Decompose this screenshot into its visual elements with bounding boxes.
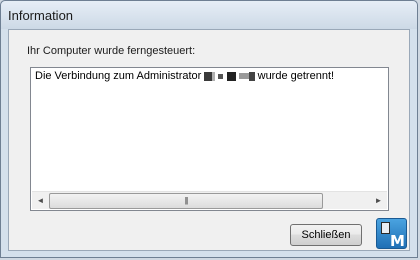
horizontal-scrollbar[interactable]: ◄ ||| ►: [32, 191, 387, 209]
title-bar[interactable]: Information: [1, 1, 417, 29]
information-dialog: Information Ihr Computer wurde ferngeste…: [0, 0, 418, 258]
logo-letter: M: [390, 232, 405, 250]
window-title: Information: [8, 8, 74, 23]
message-text: Die Verbindung zum Administrator wurde g…: [35, 70, 334, 82]
scrollbar-thumb[interactable]: |||: [49, 193, 323, 209]
scroll-right-arrow-icon[interactable]: ►: [370, 192, 387, 209]
message-suffix: wurde getrennt!: [257, 70, 335, 82]
app-logo-icon: M: [376, 218, 407, 250]
redacted-name: [204, 70, 257, 82]
device-icon: [381, 222, 390, 234]
description-label: Ihr Computer wurde ferngesteuert:: [27, 45, 196, 57]
message-textbox[interactable]: Die Verbindung zum Administrator wurde g…: [30, 67, 389, 211]
close-button[interactable]: Schließen: [290, 224, 362, 246]
message-prefix: Die Verbindung zum Administrator: [35, 70, 202, 82]
scroll-left-arrow-icon[interactable]: ◄: [32, 192, 49, 209]
grip-icon: |||: [184, 196, 188, 205]
